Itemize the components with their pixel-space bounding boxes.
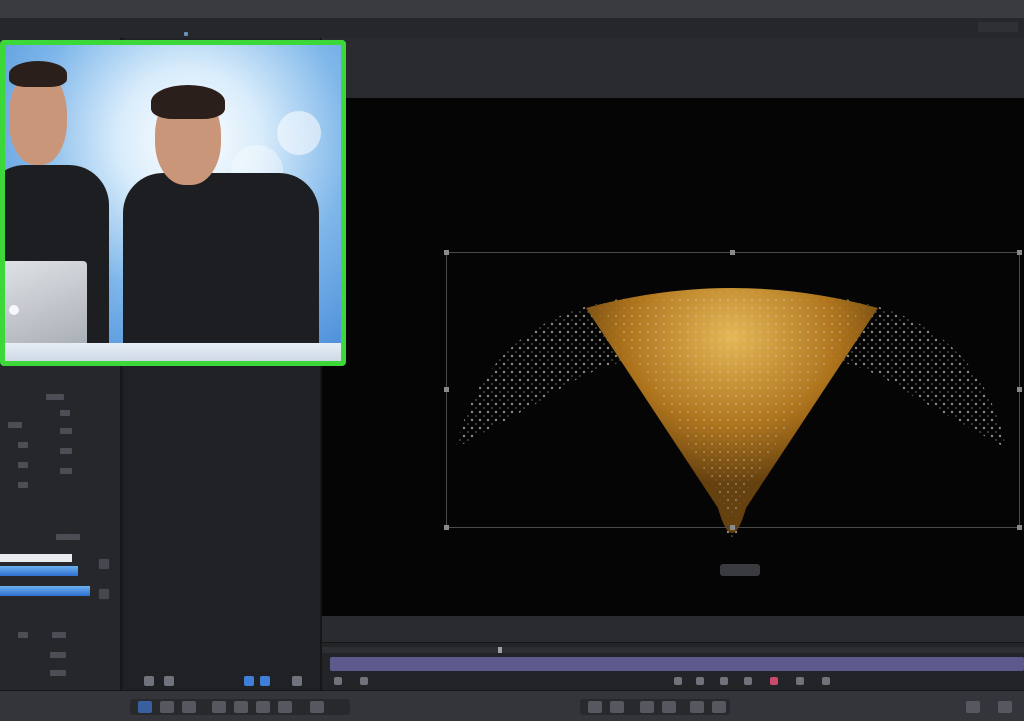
desk — [5, 343, 341, 361]
bbox-handle-top[interactable] — [730, 250, 735, 255]
timeline-icon-7[interactable] — [796, 677, 804, 685]
library-footer-icon-5[interactable] — [292, 676, 302, 686]
center-tool-4[interactable] — [662, 701, 676, 713]
inspector-param-2[interactable] — [60, 410, 70, 416]
timeline-icon-4[interactable] — [696, 677, 704, 685]
inspector-param-13[interactable] — [50, 652, 66, 658]
timeline-icon-3[interactable] — [674, 677, 682, 685]
center-tool-5[interactable] — [690, 701, 704, 713]
select-tool-button[interactable] — [138, 701, 152, 713]
tool-button-4[interactable] — [212, 701, 226, 713]
active-tab-indicator — [184, 32, 188, 36]
inspector-param-11[interactable] — [18, 632, 28, 638]
center-tool-3[interactable] — [640, 701, 654, 713]
presenter-right-hair — [151, 85, 225, 119]
laptop — [5, 261, 87, 355]
apple-logo-icon — [9, 305, 19, 315]
record-icon[interactable] — [770, 677, 778, 685]
presenter-left-hair — [9, 61, 67, 87]
menu-bar — [0, 0, 1024, 19]
library-footer-icon-4[interactable] — [260, 676, 270, 686]
webcam-overlay — [0, 40, 346, 366]
center-tool-1[interactable] — [588, 701, 602, 713]
bbox-handle-left[interactable] — [444, 387, 449, 392]
tool-button-8[interactable] — [310, 701, 324, 713]
timeline-icon-5[interactable] — [720, 677, 728, 685]
inspector-stepper-2[interactable] — [98, 588, 110, 600]
center-tool-6[interactable] — [712, 701, 726, 713]
inspector-param-1[interactable] — [46, 394, 64, 400]
presenter-right-body — [123, 173, 319, 361]
timeline-ruler[interactable] — [322, 647, 1024, 653]
tool-button-2[interactable] — [160, 701, 174, 713]
inspector-param-7[interactable] — [18, 462, 28, 468]
inspector-param-14[interactable] — [50, 670, 66, 676]
center-tool-2[interactable] — [610, 701, 624, 713]
inspector-param-4[interactable] — [60, 428, 72, 434]
workspace-tab-bar — [0, 18, 1024, 39]
view-toggle-2[interactable] — [998, 701, 1012, 713]
timeline-icon-1[interactable] — [334, 677, 342, 685]
bbox-handle-bottom-right[interactable] — [1017, 525, 1022, 530]
bbox-handle-bottom-left[interactable] — [444, 525, 449, 530]
inspector-param-9[interactable] — [18, 482, 28, 488]
inspector-stepper-1[interactable] — [98, 558, 110, 570]
inspector-param-6[interactable] — [60, 448, 72, 454]
bbox-handle-bottom[interactable] — [730, 525, 735, 530]
inspector-param-12[interactable] — [52, 632, 66, 638]
timeline-icon-6[interactable] — [744, 677, 752, 685]
library-footer-icon-3[interactable] — [244, 676, 254, 686]
bokeh-light — [277, 111, 321, 155]
bbox-handle-top-left[interactable] — [444, 250, 449, 255]
bbox-handle-right[interactable] — [1017, 387, 1022, 392]
inspector-param-5[interactable] — [18, 442, 28, 448]
bbox-handle-top-right[interactable] — [1017, 250, 1022, 255]
inspector-slider-fill-1[interactable] — [0, 566, 78, 576]
inspector-slider-track[interactable] — [0, 554, 72, 562]
timeline-clip[interactable] — [330, 657, 1024, 671]
canvas-viewer — [322, 38, 1024, 642]
bounding-box[interactable] — [444, 250, 1022, 530]
tool-button-7[interactable] — [278, 701, 292, 713]
timeline-icon-2[interactable] — [360, 677, 368, 685]
inspector-slider-fill-2[interactable] — [0, 586, 90, 596]
inspector-param-3[interactable] — [8, 422, 22, 428]
inspector-param-8[interactable] — [60, 468, 72, 474]
timeline — [322, 642, 1024, 691]
view-toggle-1[interactable] — [966, 701, 980, 713]
timeline-icon-8[interactable] — [822, 677, 830, 685]
tool-button-3[interactable] — [182, 701, 196, 713]
viewer-zoom-control[interactable] — [978, 22, 1018, 32]
library-footer-icon-1[interactable] — [144, 676, 154, 686]
playhead-icon[interactable] — [498, 647, 502, 653]
bottom-toolbar — [0, 690, 1024, 721]
tool-button-5[interactable] — [234, 701, 248, 713]
inspector-param-10[interactable] — [56, 534, 80, 540]
tool-group-center — [580, 699, 730, 715]
object-anchor-label[interactable] — [720, 564, 760, 576]
canvas[interactable] — [322, 98, 1024, 616]
tool-button-6[interactable] — [256, 701, 270, 713]
library-footer-icon-2[interactable] — [164, 676, 174, 686]
